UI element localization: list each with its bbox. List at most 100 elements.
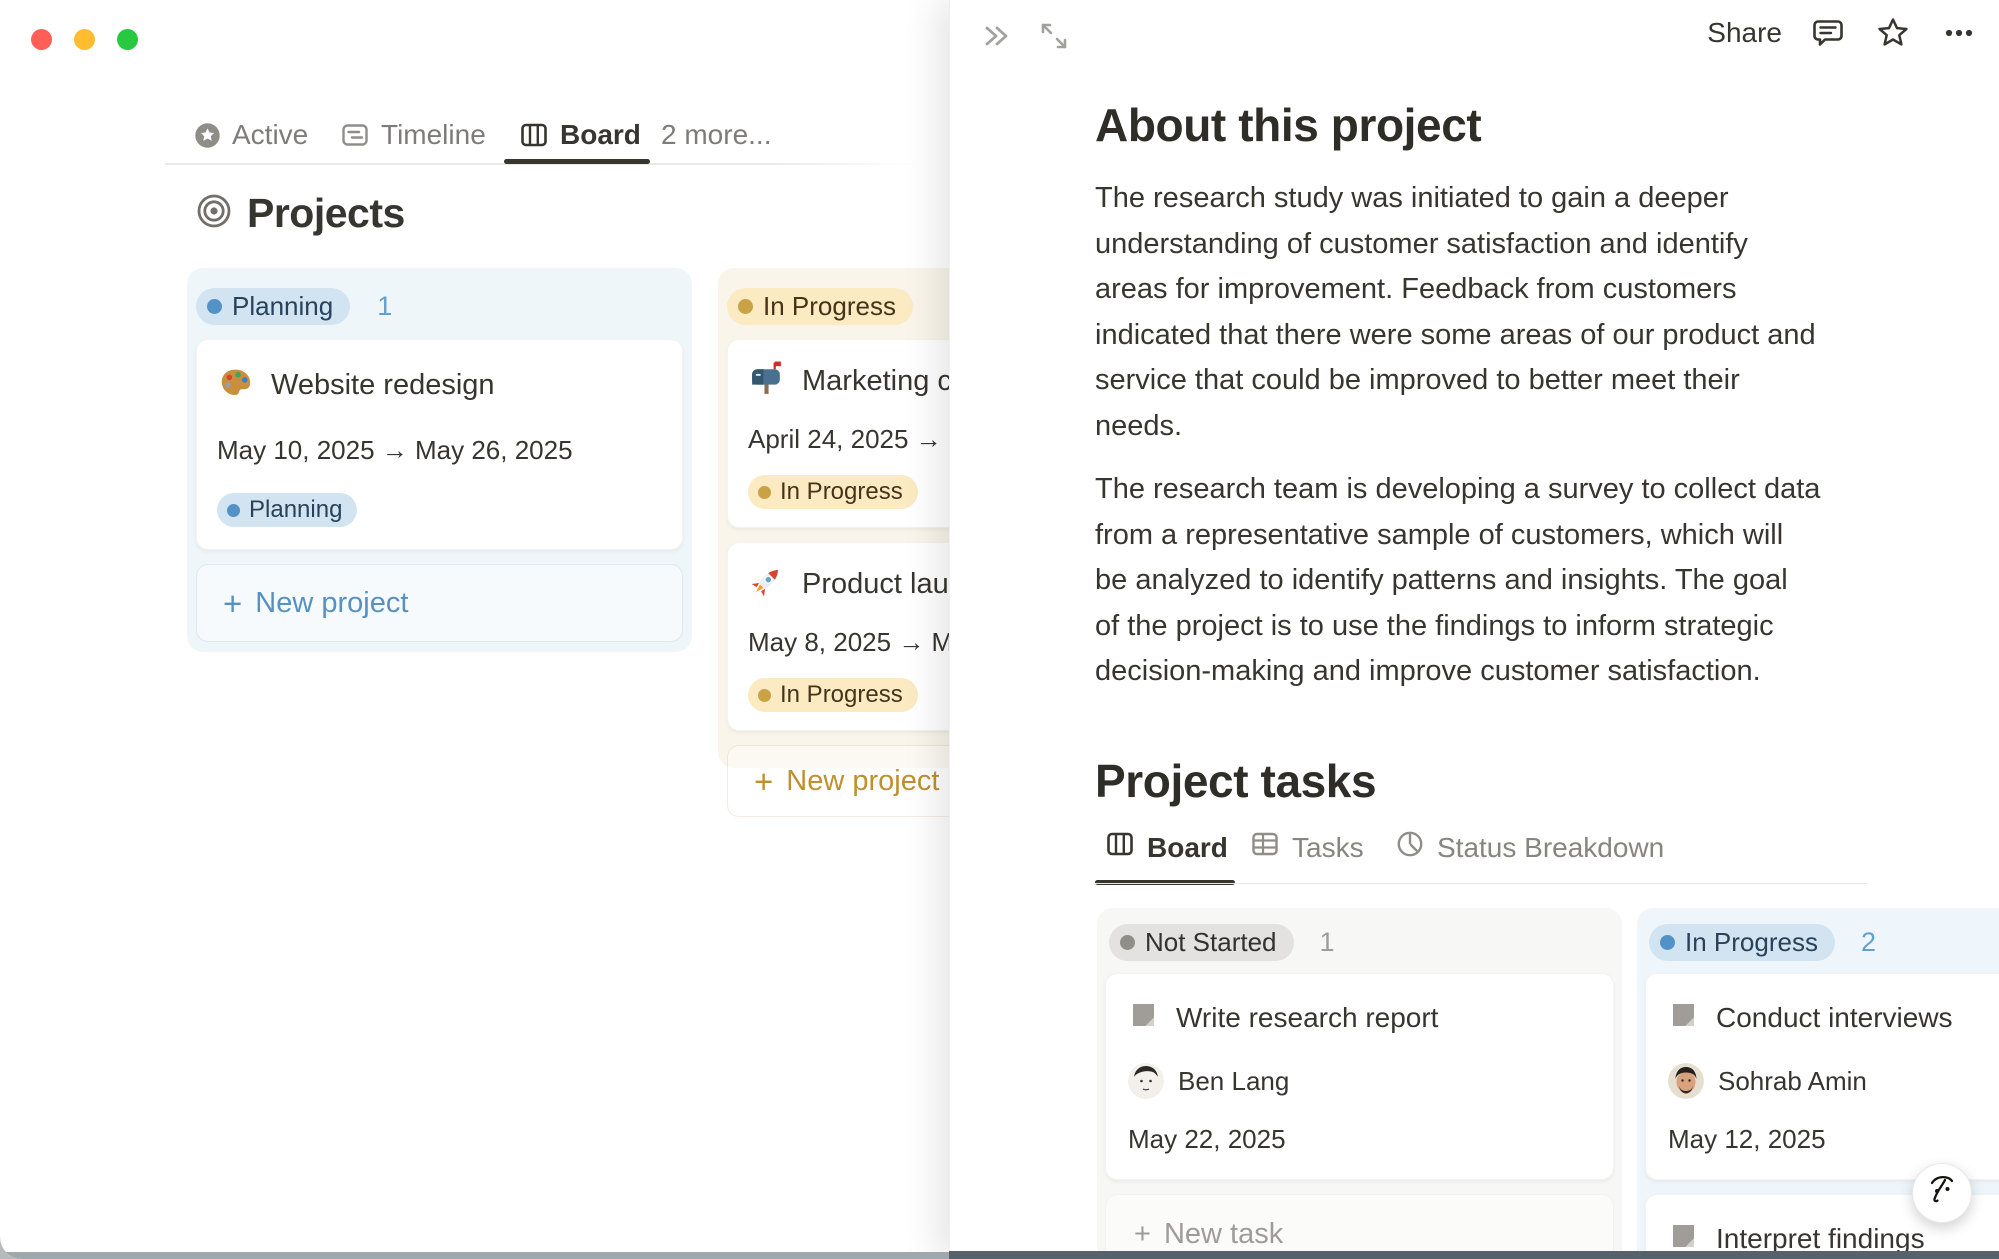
ai-face-icon: [1922, 1171, 1962, 1216]
status-dot: [738, 299, 753, 314]
tasks-view-tabs: Board Tasks Status Breakdown: [1095, 822, 1935, 886]
more-options-icon[interactable]: [1939, 14, 1979, 52]
tab-more-views[interactable]: 2 more...: [661, 110, 771, 160]
card-title: Marketing ca: [802, 365, 968, 398]
task-column-not-started: Not Started 1 Write research report Ben …: [1097, 908, 1622, 1259]
column-status-pill[interactable]: Not Started: [1109, 924, 1294, 961]
card-status-tag: Planning: [217, 493, 357, 527]
tab-tasks-table[interactable]: Tasks: [1250, 822, 1364, 874]
plus-icon: +: [223, 587, 242, 620]
card-title: Website redesign: [271, 369, 495, 402]
column-count: 2: [1861, 927, 1876, 958]
page-title: Projects: [196, 190, 405, 237]
tag-label: In Progress: [780, 478, 903, 506]
app-window: Active Timeline Board 2 more... Projects: [0, 0, 1999, 1259]
tab-label: Timeline: [381, 119, 486, 151]
tab-label: Board: [1147, 832, 1228, 864]
tab-label: 2 more...: [661, 119, 771, 151]
status-label: Planning: [232, 291, 333, 322]
zoom-window-button[interactable]: [117, 29, 138, 50]
task-card-conduct-interviews[interactable]: Conduct interviews Sohrab Amin May 12, 2…: [1645, 973, 1999, 1180]
card-date: May 22, 2025: [1128, 1124, 1591, 1155]
task-card-write-research-report[interactable]: Write research report Ben Lang May 22, 2…: [1105, 973, 1614, 1180]
tab-timeline[interactable]: Timeline: [340, 110, 486, 160]
column-status-pill[interactable]: In Progress: [727, 288, 913, 325]
card-status-tag: In Progress: [748, 678, 918, 712]
target-icon: [196, 193, 232, 234]
mailbox-icon: [748, 360, 785, 402]
about-paragraph-1: The research study was initiated to gain…: [1095, 176, 1935, 449]
about-paragraph-2: The research team is developing a survey…: [1095, 467, 1935, 695]
project-card-website-redesign[interactable]: Website redesign May 10, 2025 → May 26, …: [196, 339, 683, 550]
column-header: Planning 1: [196, 278, 683, 339]
button-label: New task: [1164, 1218, 1283, 1251]
status-dot: [758, 486, 771, 499]
status-dot: [227, 504, 240, 517]
avatar-ben-lang: [1128, 1063, 1164, 1099]
card-status-tag: In Progress: [748, 475, 918, 509]
project-tasks-heading: Project tasks: [1095, 753, 1935, 809]
minimize-window-button[interactable]: [74, 29, 95, 50]
column-count: 1: [377, 291, 392, 322]
status-label: In Progress: [763, 291, 896, 322]
pie-chart-icon: [1395, 829, 1425, 866]
card-title: Write research report: [1176, 1002, 1438, 1034]
plus-icon: +: [1134, 1218, 1151, 1251]
column-header: In Progress 2: [1645, 918, 1999, 973]
window-controls: [31, 29, 138, 50]
active-tab-underline: [504, 159, 650, 164]
tab-board[interactable]: Board: [519, 110, 641, 160]
column-status-pill[interactable]: In Progress: [1649, 924, 1835, 961]
status-dot: [758, 689, 771, 702]
new-project-button-planning[interactable]: + New project: [196, 564, 683, 642]
status-dot: [1120, 935, 1135, 950]
timeline-view-icon: [340, 120, 370, 150]
task-page-icon: [1668, 1000, 1699, 1036]
tag-label: Planning: [249, 496, 342, 524]
tab-tasks-board[interactable]: Board: [1105, 822, 1228, 874]
board-view-icon: [1105, 829, 1135, 866]
collapse-panel-icon[interactable]: [980, 19, 1014, 53]
card-title: Product laun: [802, 568, 965, 601]
tag-label: In Progress: [780, 681, 903, 709]
projects-view-tabs: Active Timeline Board 2 more...: [0, 110, 949, 162]
close-window-button[interactable]: [31, 29, 52, 50]
expand-page-icon[interactable]: [1036, 18, 1072, 54]
window-bottom-edge: [0, 1252, 949, 1259]
button-label: New project: [255, 587, 408, 620]
board-view-icon: [519, 120, 549, 150]
column-header: Not Started 1: [1105, 918, 1614, 973]
tab-label: Board: [560, 119, 641, 151]
card-title: Conduct interviews: [1716, 1002, 1953, 1034]
page-title-text: Projects: [247, 190, 405, 237]
star-badge-icon: [194, 122, 221, 149]
status-label: In Progress: [1685, 927, 1818, 958]
tab-active-projects[interactable]: Active: [194, 110, 308, 160]
palette-icon: [217, 364, 254, 406]
card-date: May 12, 2025: [1668, 1124, 1999, 1155]
tab-label: Active: [232, 119, 308, 151]
task-page-icon: [1128, 1000, 1159, 1036]
assignee-name: Ben Lang: [1178, 1066, 1289, 1097]
tab-status-breakdown[interactable]: Status Breakdown: [1395, 822, 1664, 874]
about-heading: About this project: [1095, 0, 1935, 153]
new-task-button[interactable]: + New task: [1105, 1194, 1614, 1259]
column-status-pill[interactable]: Planning: [196, 288, 350, 325]
rocket-icon: [748, 563, 785, 605]
status-dot: [207, 299, 222, 314]
table-view-icon: [1250, 829, 1280, 866]
tab-label: Tasks: [1292, 832, 1364, 864]
panel-bottom-edge: [949, 1251, 1999, 1259]
plus-icon: +: [754, 765, 773, 798]
assignee-name: Sohrab Amin: [1718, 1066, 1867, 1097]
status-label: Not Started: [1145, 927, 1277, 958]
column-planning: Planning 1 Website redesign May 10, 2025…: [187, 268, 692, 652]
tabs-divider: [1095, 883, 1867, 885]
avatar-sohrab-amin: [1668, 1063, 1704, 1099]
tab-label: Status Breakdown: [1437, 832, 1664, 864]
button-label: New project: [786, 765, 939, 798]
notion-ai-button[interactable]: [1912, 1163, 1972, 1223]
card-dates: May 10, 2025 → May 26, 2025: [217, 435, 662, 466]
status-dot: [1660, 935, 1675, 950]
column-count: 1: [1320, 927, 1335, 958]
